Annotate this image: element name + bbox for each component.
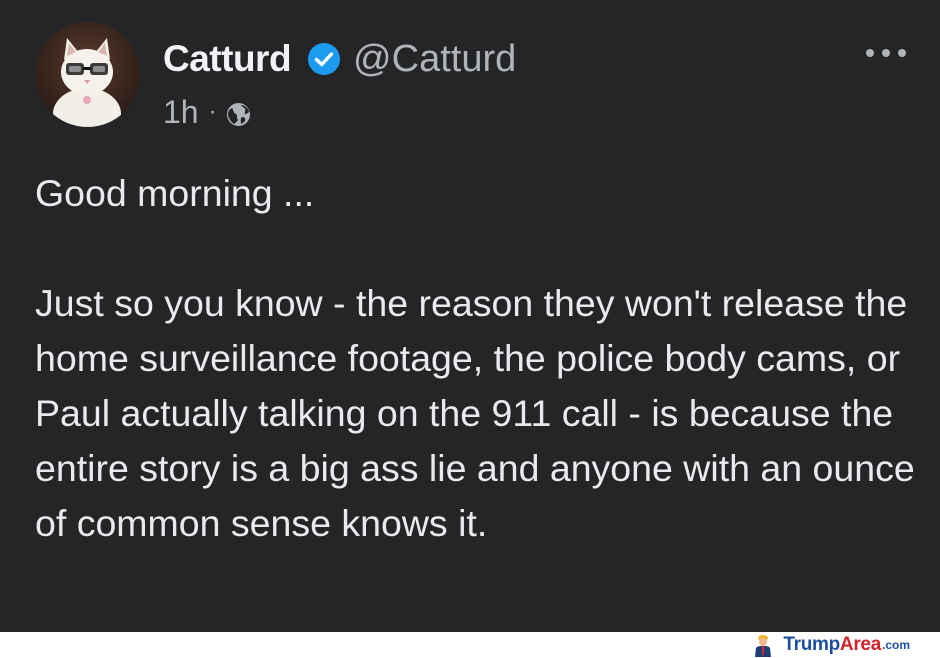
verified-badge-icon [307, 42, 341, 76]
post-body: Good morning ... Just so you know - the … [35, 166, 925, 551]
globe-icon [225, 99, 252, 126]
post-paragraph-main: Just so you know - the reason they won't… [35, 282, 915, 544]
watermark-brand-part-1: Trump [783, 634, 840, 655]
watermark-suffix: .com [881, 638, 910, 652]
watermark-bar: Trump Area .com [0, 632, 940, 658]
post-paragraph-greeting: Good morning ... [35, 172, 315, 214]
author-header: Catturd @Catturd [163, 34, 516, 84]
author-display-name[interactable]: Catturd [163, 38, 292, 80]
mascot-figure-icon [751, 633, 775, 657]
post-meta: 1h · [163, 92, 252, 132]
watermark-brand-part-2: Area [839, 634, 881, 655]
meta-separator: · [208, 98, 217, 125]
more-dot [898, 49, 906, 57]
more-dot [882, 49, 890, 57]
author-handle[interactable]: @Catturd [353, 38, 516, 81]
author-avatar[interactable] [35, 22, 140, 127]
post-timestamp[interactable]: 1h [163, 94, 199, 131]
cat-avatar-image [35, 22, 140, 127]
site-watermark: Trump Area .com [751, 633, 910, 657]
post-card: Catturd @Catturd 1h · Good morning ... J… [0, 0, 940, 632]
more-options-icon[interactable] [866, 46, 906, 60]
more-dot [866, 49, 874, 57]
